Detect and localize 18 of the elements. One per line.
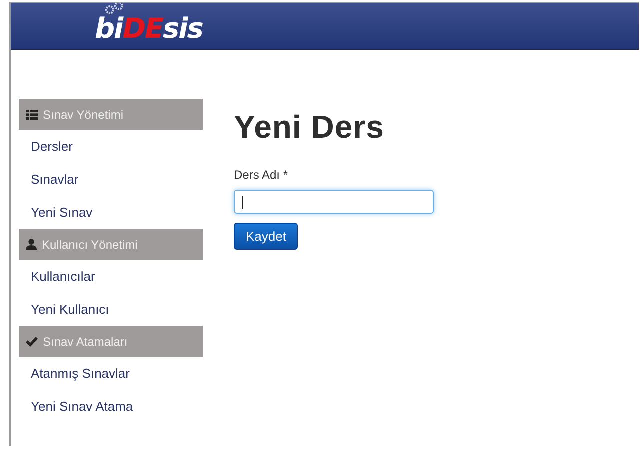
section-title: Kullanıcı Yönetimi (42, 238, 138, 252)
check-icon (26, 336, 38, 346)
sidebar-link[interactable]: Yeni Sınav Atama (19, 390, 203, 423)
sidebar-link[interactable]: Kullanıcılar (19, 260, 203, 293)
field-label: Ders Adı * (234, 168, 288, 182)
input-field[interactable] (234, 190, 434, 214)
logo[interactable]: biDEsis (95, 12, 203, 45)
sidebar-link[interactable]: Dersler (19, 130, 203, 163)
sidebar-link[interactable]: Sınavlar (19, 163, 203, 196)
section-title: Sınav Yönetimi (43, 108, 124, 122)
sidebar-link[interactable]: Atanmış Sınavlar (19, 357, 203, 390)
list-icon (26, 110, 38, 120)
section-title: Sınav Atamaları (43, 334, 128, 348)
save-button[interactable]: Kaydet (234, 223, 298, 250)
page-heading: Yeni Ders (234, 109, 384, 146)
sidebar-link[interactable]: Yeni Kullanıcı (19, 293, 203, 326)
sidebar-link[interactable]: Yeni Sınav (19, 196, 203, 229)
user-icon (26, 239, 37, 250)
